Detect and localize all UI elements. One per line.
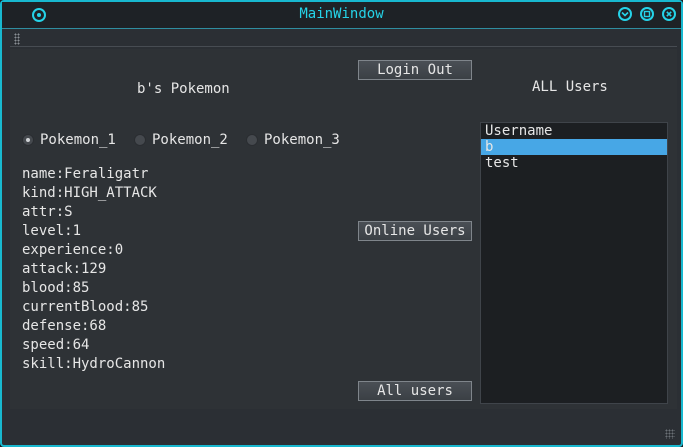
- all-users-heading: ALL Users: [532, 79, 608, 95]
- stat-attr: attr:S: [22, 204, 73, 220]
- chevron-down-icon[interactable]: [618, 7, 632, 21]
- radio-pokemon-3[interactable]: Pokemon_3: [246, 132, 340, 148]
- list-item[interactable]: test: [481, 155, 667, 171]
- title-bar[interactable]: MainWindow: [2, 2, 681, 29]
- stat-current-blood: currentBlood:85: [22, 299, 149, 315]
- toolbar: [10, 32, 677, 47]
- radio-checked-icon[interactable]: [22, 134, 34, 146]
- main-window: MainWindow b's Pokemon Login Out ALL Use…: [0, 0, 683, 447]
- radio-label: Pokemon_2: [152, 132, 228, 148]
- window-title: MainWindow: [299, 6, 384, 22]
- stat-level: level:1: [22, 223, 82, 239]
- stat-speed: speed:64: [22, 337, 90, 353]
- stat-skill: skill:HydroCannon: [22, 356, 166, 372]
- radio-pokemon-1[interactable]: Pokemon_1: [22, 132, 116, 148]
- pokemon-stats: name:Feraligatr kind:HIGH_ATTACK attr:S …: [22, 165, 165, 374]
- stat-attack: attack:129: [22, 261, 107, 277]
- stat-defense: defense:68: [22, 318, 107, 334]
- stat-experience: experience:0: [22, 242, 124, 258]
- stat-name: name:Feraligatr: [22, 166, 149, 182]
- close-icon[interactable]: [662, 7, 676, 21]
- radio-unchecked-icon[interactable]: [134, 134, 146, 146]
- resize-grip-icon[interactable]: [665, 429, 675, 439]
- radio-pokemon-2[interactable]: Pokemon_2: [134, 132, 228, 148]
- maximize-icon[interactable]: [640, 7, 654, 21]
- pokemon-heading: b's Pokemon: [137, 81, 230, 97]
- radio-label: Pokemon_1: [40, 132, 116, 148]
- toolbar-grip-icon[interactable]: [14, 33, 20, 45]
- list-item[interactable]: Username: [481, 123, 667, 139]
- stat-kind: kind:HIGH_ATTACK: [22, 185, 157, 201]
- stat-blood: blood:85: [22, 280, 90, 296]
- online-users-button[interactable]: Online Users: [358, 221, 472, 241]
- radio-unchecked-icon[interactable]: [246, 134, 258, 146]
- list-item-selected[interactable]: b: [481, 139, 667, 155]
- users-list[interactable]: Username b test: [480, 122, 668, 404]
- all-users-button[interactable]: All users: [358, 381, 472, 401]
- radio-label: Pokemon_3: [264, 132, 340, 148]
- login-out-button[interactable]: Login Out: [358, 60, 472, 80]
